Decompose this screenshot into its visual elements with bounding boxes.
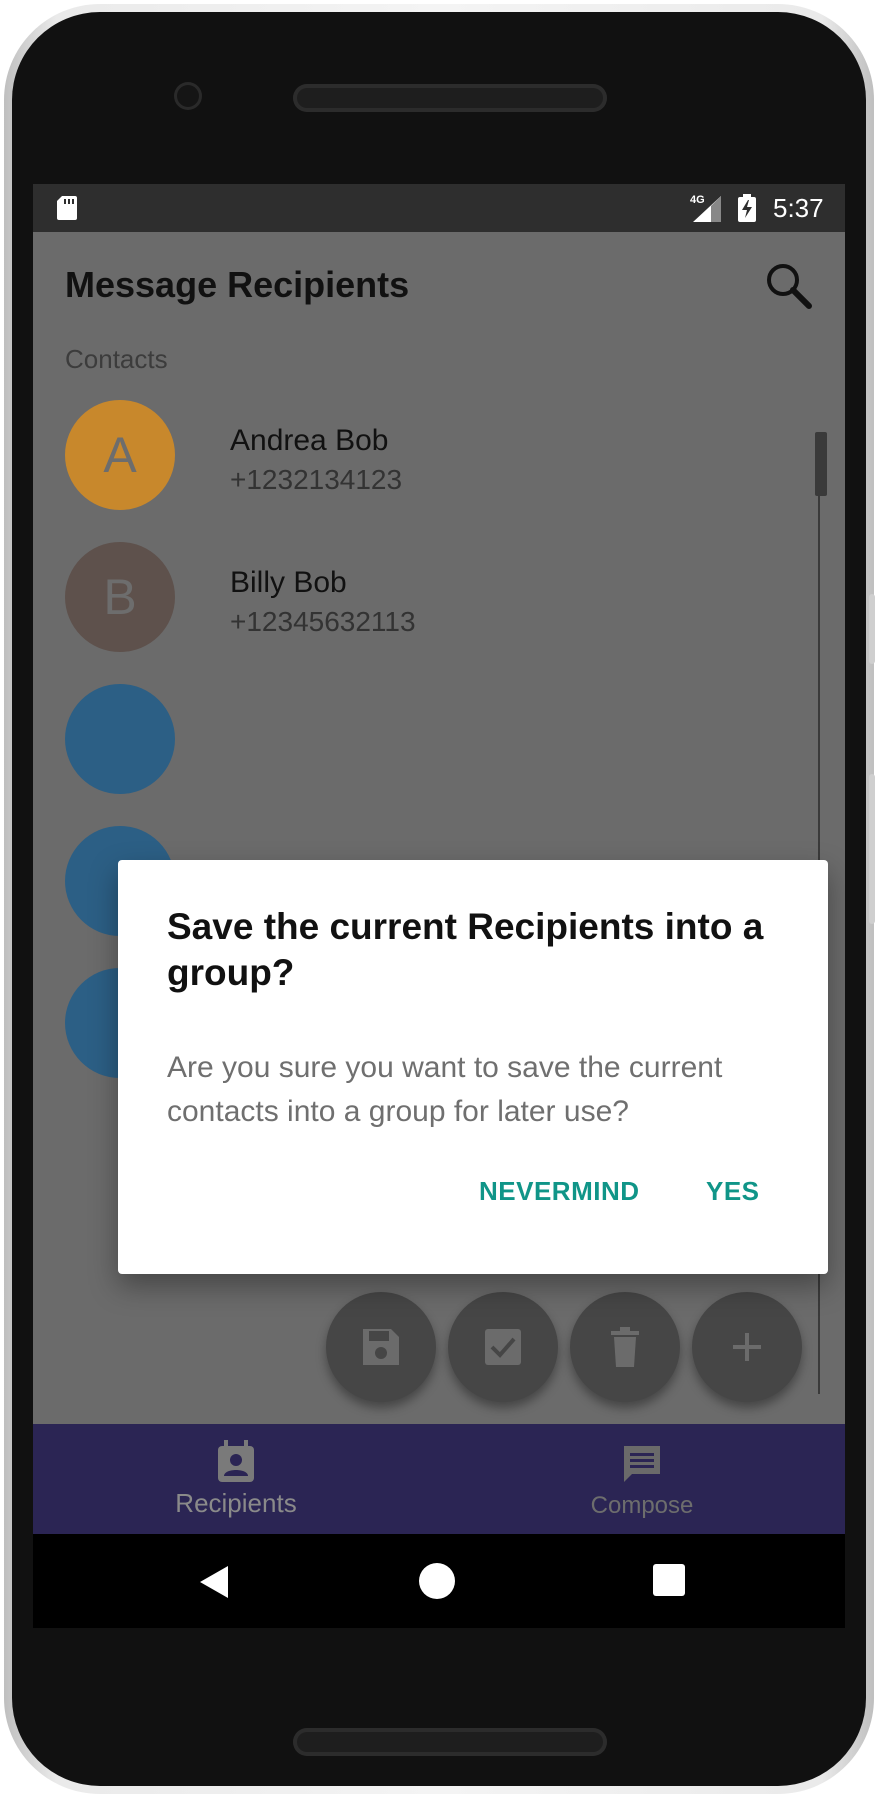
dialog-message: Are you sure you want to save the curren… [167,1051,723,1128]
sd-card-icon [57,196,77,220]
search-icon[interactable] [763,260,813,310]
avatar: A [65,400,175,510]
back-icon[interactable] [196,1562,236,1602]
tab-compose[interactable]: Compose [439,1424,845,1534]
plus-icon [733,1333,761,1361]
save-icon [363,1329,399,1365]
front-camera [174,82,202,110]
avatar [65,684,175,794]
checkbox-icon [485,1329,521,1365]
add-contact-button[interactable] [692,1292,802,1402]
nav-label: Compose [590,1492,694,1519]
section-header-contacts: Contacts [65,344,168,374]
volume-button [869,594,875,664]
contact-row[interactable]: B Billy Bob +12345632113 [33,542,813,672]
status-bar: 4G 5:37 [33,184,845,232]
contact-row[interactable] [33,684,813,814]
contact-calendar-icon [218,1440,254,1482]
screen: 4G 5:37 Message Recipients Contacts A An… [33,184,845,1628]
contact-row[interactable]: A Andrea Bob +1232134123 [33,400,813,530]
nav-label: Recipients [175,1488,297,1518]
bottom-speaker [293,1728,607,1756]
dialog-title: Save the current Recipients into a group… [167,906,764,993]
bottom-navigation: Recipients Compose [33,1424,845,1534]
contact-name: Andrea Bob [230,424,389,457]
app-bar: Message Recipients [33,232,845,332]
contact-phone: +1232134123 [230,464,403,495]
contact-name: Billy Bob [230,566,347,599]
select-all-button[interactable] [448,1292,558,1402]
save-group-dialog: Save the current Recipients into a group… [118,860,828,1274]
clock: 5:37 [773,193,824,223]
tab-recipients[interactable]: Recipients [33,1424,439,1534]
save-group-button[interactable] [326,1292,436,1402]
message-icon [624,1446,660,1482]
recent-apps-icon[interactable] [653,1564,685,1596]
battery-charging-icon [738,194,756,222]
earpiece-speaker [293,84,607,112]
trash-icon [611,1327,639,1367]
contact-phone: +12345632113 [230,606,416,637]
signal-icon [693,196,721,222]
system-navigation-bar [33,1534,845,1628]
home-icon[interactable] [419,1563,455,1599]
scrollbar-thumb[interactable] [815,432,827,496]
yes-button[interactable]: YES [706,1176,760,1207]
page-title: Message Recipients [65,264,410,305]
nevermind-button[interactable]: NEVERMIND [479,1176,640,1207]
delete-button[interactable] [570,1292,680,1402]
power-button [869,774,875,924]
avatar: B [65,542,175,652]
